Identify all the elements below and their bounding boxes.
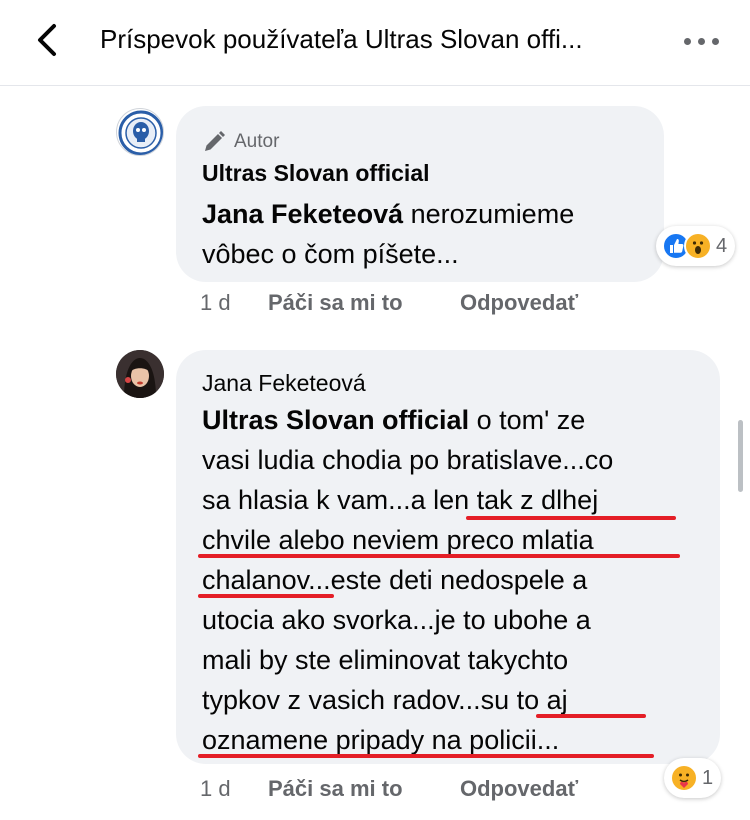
comment-time: 1 d	[200, 290, 231, 315]
reaction-count: 4	[716, 234, 728, 257]
more-options-button[interactable]	[680, 26, 724, 56]
comment-text-line: vôbec o čom píšete...	[202, 239, 459, 269]
comment-text-line: o tom' ze	[476, 405, 586, 435]
top-bar: Príspevok používateľa Ultras Slovan offi…	[0, 0, 750, 86]
avatar-jana-feketeova[interactable]	[116, 350, 164, 398]
annotation-underline	[198, 754, 654, 758]
annotation-underline	[198, 554, 680, 558]
author-badge: Autor	[202, 130, 279, 154]
chevron-left-icon	[38, 24, 56, 56]
comment-text-line: nerozumieme	[410, 199, 575, 229]
author-badge-label: Autor	[234, 131, 280, 152]
more-dot-icon	[698, 38, 705, 45]
reaction-count: 1	[702, 766, 714, 789]
comment-actions: 1 d Páči sa mi to Odpovedať	[200, 290, 578, 316]
wow-icon	[684, 232, 712, 260]
comment-text-line: typkov z vasich radov...su to aj	[202, 685, 568, 715]
comment-text-line: chalanov...este deti nedospele a	[202, 565, 588, 595]
comment-author[interactable]: Ultras Slovan official	[202, 160, 430, 187]
profile-photo-icon	[116, 350, 164, 398]
pencil-icon	[205, 131, 225, 151]
annotation-underline	[536, 714, 646, 718]
comment-text-line: mali by ste eliminovat takychto	[202, 645, 569, 675]
like-button[interactable]: Páči sa mi to	[268, 290, 403, 316]
comment-text: Jana Feketeová nerozumieme vôbec o čom p…	[202, 194, 652, 274]
comment-time: 1 d	[200, 776, 231, 801]
annotation-underline	[198, 594, 334, 598]
mention-link[interactable]: Ultras Slovan official	[202, 405, 469, 435]
more-dot-icon	[712, 38, 719, 45]
avatar-ultras-slovan[interactable]	[116, 108, 164, 156]
like-button[interactable]: Páči sa mi to	[268, 776, 403, 802]
comment-text-line: chvile alebo neviem preco mlatia	[202, 525, 594, 555]
reply-button[interactable]: Odpovedať	[460, 776, 578, 802]
reaction-summary[interactable]: 4	[656, 226, 736, 266]
comment-author[interactable]: Jana Feketeová	[202, 370, 366, 397]
comment-bubble[interactable]: Autor Ultras Slovan official Jana Fekete…	[176, 106, 664, 282]
reaction-summary[interactable]: 1	[664, 758, 722, 798]
care-icon	[670, 764, 698, 792]
page-title: Príspevok používateľa Ultras Slovan offi…	[100, 24, 583, 54]
comment-actions: 1 d Páči sa mi to Odpovedať	[200, 776, 578, 802]
back-button[interactable]	[28, 20, 68, 60]
comment-text-line: sa hlasia k vam...a len tak z dlhej	[202, 485, 599, 515]
club-logo-icon	[118, 110, 163, 155]
scrollbar[interactable]	[738, 420, 743, 492]
more-dot-icon	[684, 38, 691, 45]
annotation-underline	[466, 516, 676, 520]
reply-button[interactable]: Odpovedať	[460, 290, 578, 316]
comment-text-line: vasi ludia chodia po bratislave...co	[202, 445, 614, 475]
comment-text-line: utocia ako svorka...je to ubohe a	[202, 605, 591, 635]
comment-text: Ultras Slovan official o tom' ze vasi lu…	[202, 400, 712, 760]
mention-link[interactable]: Jana Feketeová	[202, 199, 403, 229]
comment-text-line: oznamene pripady na policii...	[202, 725, 560, 755]
